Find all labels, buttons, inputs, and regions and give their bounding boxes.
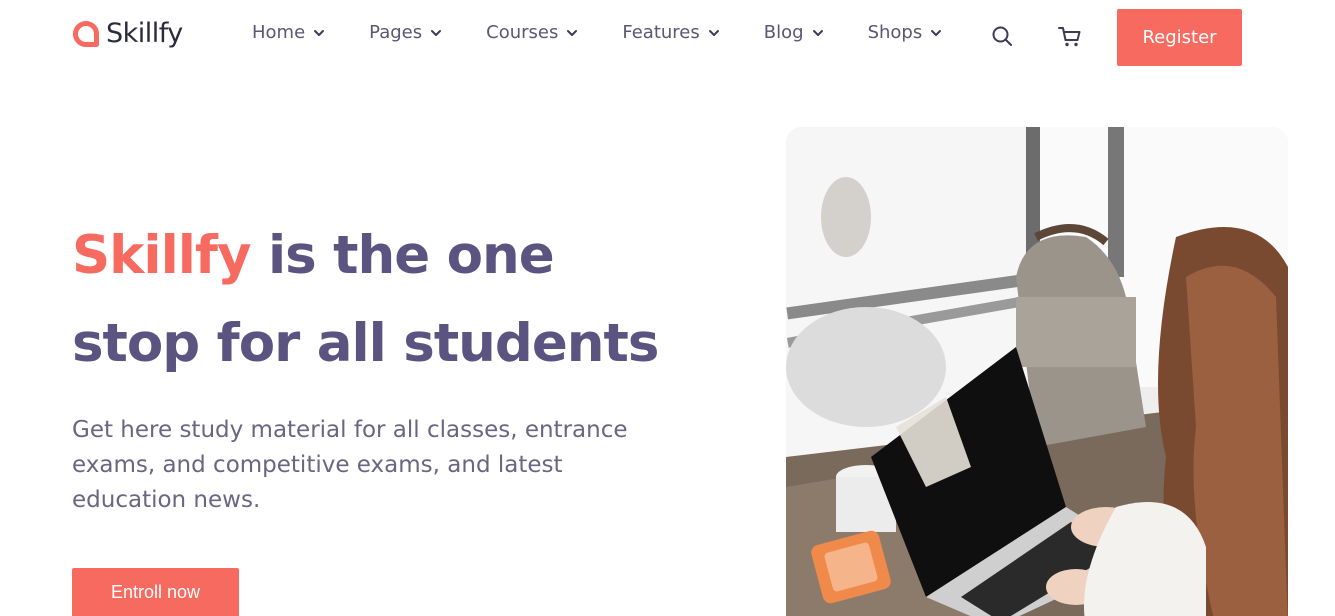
page: Skillfy Home Pages Courses Features Blog… [0, 0, 1335, 616]
nav-item-label: Blog [763, 22, 804, 43]
chevron-down-icon [931, 29, 942, 36]
register-button[interactable]: Register [1117, 9, 1242, 66]
chevron-down-icon [708, 29, 719, 36]
nav-item-label: Courses [486, 22, 559, 43]
search-button[interactable] [990, 24, 1014, 48]
nav-item-label: Shops [867, 22, 923, 43]
main-nav: Home Pages Courses Features Blog Shops [252, 22, 942, 43]
nav-item-shops[interactable]: Shops [868, 22, 943, 43]
hero-subtitle: Get here study material for all classes,… [72, 417, 628, 513]
nav-item-courses[interactable]: Courses [486, 22, 578, 43]
student-laptop-illustration [786, 127, 1288, 616]
chevron-down-icon [314, 29, 325, 36]
nav-item-features[interactable]: Features [622, 22, 719, 43]
hero-image [786, 127, 1288, 616]
logo-text: Skillfy [106, 18, 183, 49]
hero-title: Skillfy is the one stop for all students [72, 212, 732, 388]
nav-item-label: Pages [369, 22, 423, 43]
skillfy-logo-icon [72, 20, 100, 48]
nav-item-label: Features [622, 22, 700, 43]
cart-button[interactable] [1057, 24, 1083, 50]
hero-title-line1: is the one [267, 225, 555, 286]
nav-item-pages[interactable]: Pages [369, 22, 442, 43]
hero-title-line2: stop for all students [72, 313, 659, 374]
chevron-down-icon [567, 29, 578, 36]
cart-icon [1058, 27, 1081, 47]
nav-item-blog[interactable]: Blog [764, 22, 824, 43]
nav-item-label: Home [252, 22, 306, 43]
enroll-now-button[interactable]: Entroll now [72, 568, 239, 616]
chevron-down-icon [431, 29, 442, 36]
chevron-down-icon [812, 29, 823, 36]
search-icon [992, 26, 1012, 46]
hero-title-accent: Skillfy [72, 225, 252, 286]
nav-item-home[interactable]: Home [252, 22, 325, 43]
logo[interactable]: Skillfy [72, 18, 183, 49]
